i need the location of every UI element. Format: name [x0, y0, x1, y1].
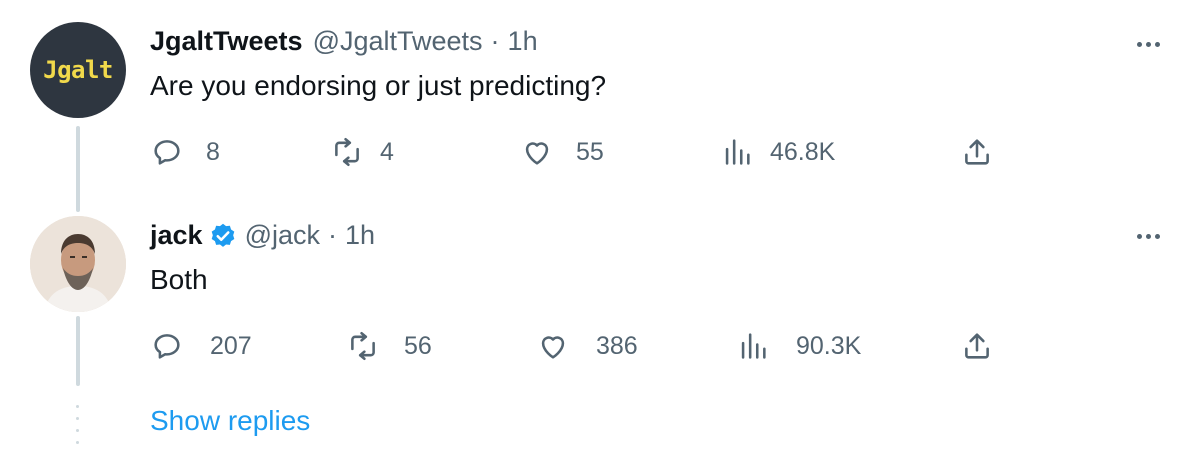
- retweet-icon: [351, 331, 375, 361]
- share-icon: [965, 139, 989, 165]
- views-chart-icon: [725, 139, 750, 165]
- verified-badge-icon: [211, 223, 234, 247]
- like-button[interactable]: 386: [536, 326, 638, 366]
- display-name[interactable]: jack: [150, 220, 203, 251]
- avatar-logo-text: Jgalt: [43, 56, 113, 84]
- tweet-text: Are you endorsing or just predicting?: [150, 70, 607, 101]
- share-icon: [965, 333, 989, 359]
- retweet-icon: [335, 137, 359, 167]
- thread-dots: [76, 405, 80, 453]
- like-count: 386: [596, 331, 638, 360]
- thread-line: [76, 126, 80, 212]
- retweet-count: 4: [380, 137, 394, 166]
- views-button[interactable]: 46.8K: [720, 132, 835, 172]
- view-count: 90.3K: [796, 331, 862, 360]
- timestamp[interactable]: 1h: [345, 220, 375, 251]
- like-count: 55: [576, 137, 604, 166]
- reply-icon: [154, 334, 180, 359]
- retweet-button[interactable]: 4: [330, 132, 394, 172]
- views-button[interactable]: 90.3K: [736, 326, 861, 366]
- tweet-text: Both: [150, 264, 208, 295]
- profile-photo: [30, 216, 126, 312]
- avatar[interactable]: Jgalt: [30, 22, 126, 118]
- more-options-icon[interactable]: [1137, 34, 1160, 54]
- share-button[interactable]: [960, 326, 994, 366]
- thread-line: [76, 316, 80, 386]
- tweet-actions: 207 56 386 90.3K: [150, 326, 1010, 366]
- show-replies-link[interactable]: Show replies: [150, 405, 310, 437]
- avatar-jack[interactable]: [30, 216, 126, 312]
- like-button[interactable]: 55: [520, 132, 604, 172]
- reply-button[interactable]: 8: [150, 132, 220, 172]
- heart-icon: [525, 142, 549, 165]
- tweet-header: JgaltTweets @JgaltTweets · 1h: [150, 26, 538, 57]
- more-options-icon[interactable]: [1137, 226, 1160, 246]
- reply-button[interactable]: 207: [150, 326, 252, 366]
- views-chart-icon: [741, 333, 766, 359]
- reply-count: 207: [210, 331, 252, 360]
- user-handle[interactable]: @JgaltTweets: [313, 26, 483, 57]
- tweet-actions: 8 4 55 46.8K: [150, 132, 1010, 172]
- display-name[interactable]: JgaltTweets: [150, 26, 303, 57]
- share-button[interactable]: [960, 132, 994, 172]
- separator: ·: [490, 26, 500, 56]
- separator: ·: [328, 220, 337, 250]
- view-count: 46.8K: [770, 137, 836, 166]
- tweet-header: jack @jack · 1h: [150, 220, 375, 251]
- heart-icon: [541, 336, 565, 359]
- retweet-count: 56: [404, 331, 432, 360]
- timestamp[interactable]: 1h: [508, 26, 538, 57]
- reply-count: 8: [206, 137, 220, 166]
- retweet-button[interactable]: 56: [346, 326, 432, 366]
- reply-icon: [154, 140, 180, 165]
- user-handle[interactable]: @jack: [245, 220, 320, 251]
